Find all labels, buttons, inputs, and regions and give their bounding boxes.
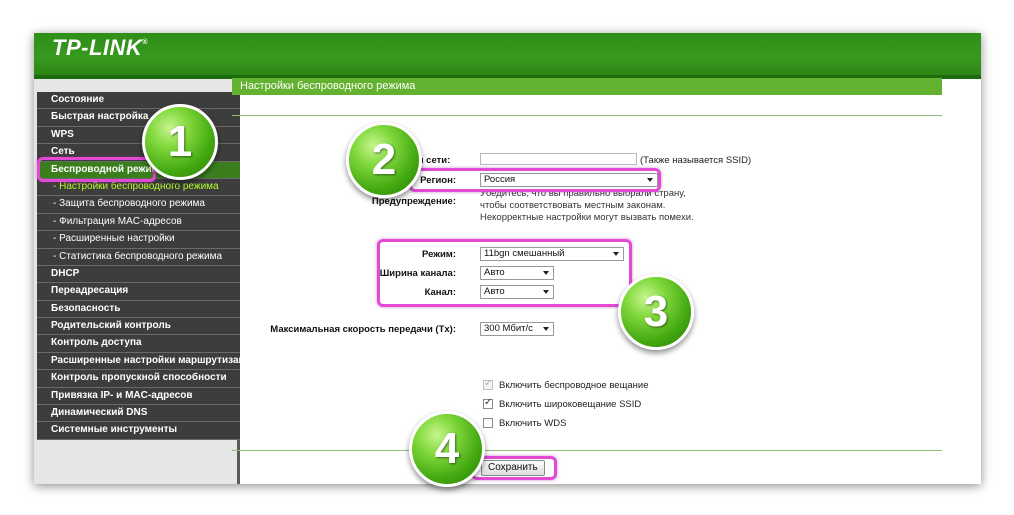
sidebar-item-status[interactable]: Состояние (37, 92, 240, 110)
sidebar-item-ip-mac-binding[interactable]: Привязка IP- и MAC-адресов (37, 387, 240, 406)
bottom-divider (232, 450, 942, 451)
sidebar-item-security[interactable]: Безопасность (37, 300, 240, 319)
ssid-broadcast-checkbox-label: Включить широковещание SSID (499, 399, 642, 410)
max-tx-rate-label: Максимальная скорость передачи (Tx): (270, 324, 456, 335)
warning-label: Предупреждение: (371, 196, 456, 207)
header-bar: TP-LINK® (34, 33, 981, 75)
sidebar-item-system-tools[interactable]: Системные инструменты (37, 422, 240, 440)
highlight-region (409, 168, 661, 192)
sidebar-item-wireless-advanced[interactable]: - Расширенные настройки (37, 231, 240, 249)
max-tx-rate-value: 300 Мбит/с (484, 323, 533, 334)
sidebar-item-wireless-security[interactable]: - Защита беспроводного режима (37, 196, 240, 214)
page-title: Настройки беспроводного режима (232, 78, 942, 95)
callout-2: 2 (346, 122, 422, 198)
max-tx-rate-select[interactable]: 300 Мбит/с (480, 322, 554, 336)
callout-4: 4 (409, 411, 485, 487)
ssid-input[interactable] (480, 153, 637, 165)
sidebar-item-parental-control[interactable]: Родительский контроль (37, 318, 240, 336)
broadcast-checkbox-label: Включить беспроводное вещание (499, 380, 649, 391)
chevron-down-icon (543, 327, 549, 331)
warning-text: Убедитесь, что вы правильно выбрали стра… (480, 188, 694, 224)
sidebar-item-advanced-routing[interactable]: Расширенные настройки маршрутизации (37, 352, 240, 371)
highlight-save (471, 456, 557, 480)
ssid-hint: (Также называется SSID) (640, 155, 752, 166)
callout-3: 3 (618, 274, 694, 350)
wds-checkbox-label: Включить WDS (499, 418, 567, 429)
callout-1: 1 (142, 104, 218, 180)
warning-line-2: чтобы соответствовать местным законам. (480, 200, 666, 211)
sidebar-item-mac-filtering[interactable]: - Фильтрация MAC-адресов (37, 213, 240, 232)
title-divider (232, 115, 942, 116)
ssid-label: я сети: (418, 155, 451, 166)
broadcast-checkbox[interactable] (483, 378, 493, 390)
ssid-broadcast-checkbox[interactable] (483, 397, 493, 409)
sidebar-item-bandwidth-control[interactable]: Контроль пропускной способности (37, 370, 240, 388)
sidebar-item-dhcp[interactable]: DHCP (37, 265, 240, 284)
sidebar-item-dynamic-dns[interactable]: Динамический DNS (37, 405, 240, 423)
highlight-mode-settings (377, 239, 632, 307)
sidebar-item-access-control[interactable]: Контроль доступа (37, 335, 240, 353)
tp-link-logo: TP-LINK® (52, 35, 148, 60)
warning-line-3: Некорректные настройки могут вызвать пом… (480, 212, 694, 223)
sidebar-item-forwarding[interactable]: Переадресация (37, 283, 240, 301)
wds-checkbox[interactable] (483, 418, 493, 428)
sidebar-item-wireless-statistics[interactable]: - Статистика беспроводного режима (37, 248, 240, 266)
highlight-wireless-menu (37, 157, 156, 182)
